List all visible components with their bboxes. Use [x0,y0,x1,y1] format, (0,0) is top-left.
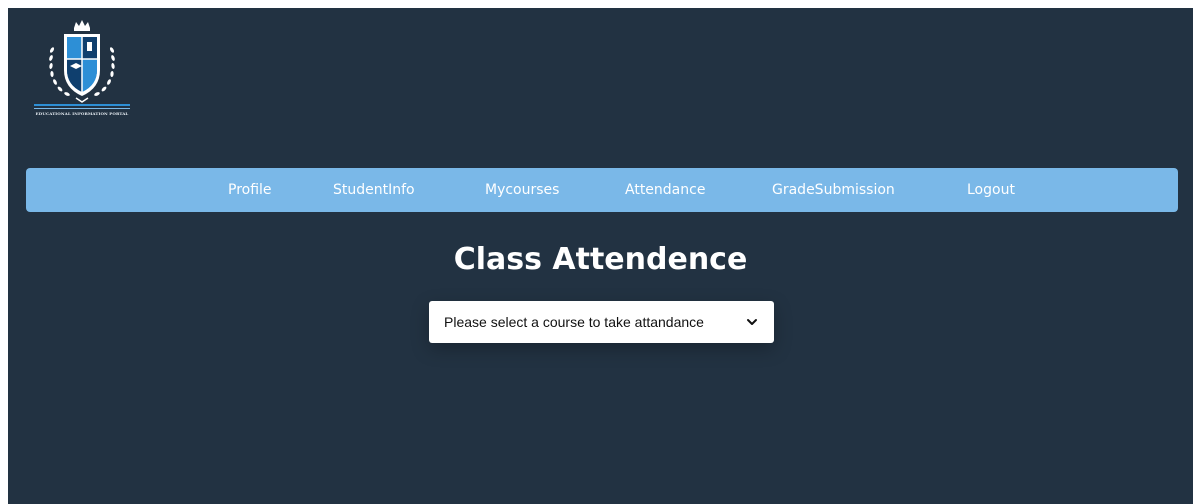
nav-item-mycourses[interactable]: Mycourses [485,168,559,212]
chevron-down-icon [747,319,757,325]
shield-logo-icon [34,20,130,109]
nav-item-studentinfo[interactable]: StudentInfo [333,168,415,212]
page-title: Class Attendence [453,242,748,277]
course-select[interactable]: Please select a course to take attandanc… [429,301,774,343]
nav-item-attendance[interactable]: Attendance [625,168,705,212]
app-container: EDUCATIONAL INFORMATION PORTAL Profile S… [8,8,1193,504]
nav-item-profile[interactable]: Profile [228,168,272,212]
portal-logo[interactable]: EDUCATIONAL INFORMATION PORTAL [32,20,132,126]
main-navbar: Profile StudentInfo Mycourses Attendance… [26,168,1178,212]
nav-item-logout[interactable]: Logout [967,168,1015,212]
course-select-value: Please select a course to take attandanc… [444,314,704,330]
logo-caption: EDUCATIONAL INFORMATION PORTAL [35,111,129,116]
nav-item-gradesubmission[interactable]: GradeSubmission [772,168,895,212]
